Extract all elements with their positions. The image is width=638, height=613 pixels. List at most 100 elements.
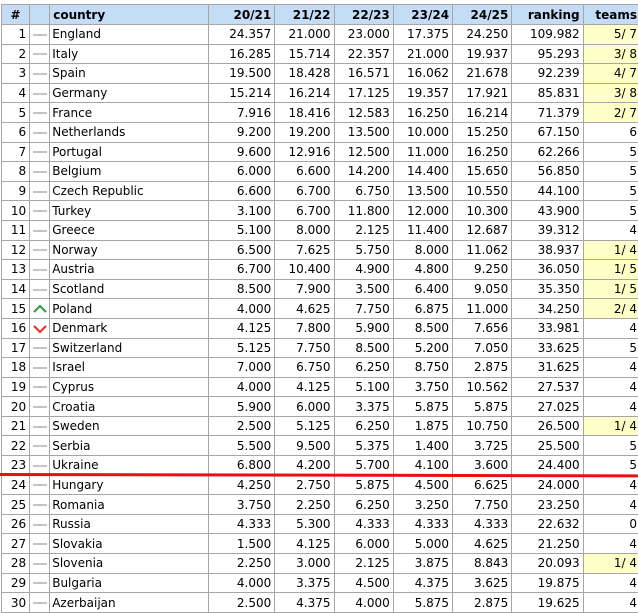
table-row[interactable]: 26Russia4.3335.3004.3334.3334.33322.6320 (2, 514, 638, 534)
table-row[interactable]: 27Slovakia1.5004.1256.0005.0004.62521.25… (2, 534, 638, 554)
table-row[interactable]: 22Serbia5.5009.5005.3751.4003.72525.5005 (2, 436, 638, 456)
table-row[interactable]: 9Czech Republic6.6006.7006.75013.50010.5… (2, 181, 638, 201)
trend-unchanged-icon (33, 73, 47, 75)
country-cell[interactable]: Cyprus (50, 377, 209, 397)
country-cell[interactable]: Scotland (50, 279, 209, 299)
table-row[interactable]: 12Norway6.5007.6255.7508.00011.06238.937… (2, 240, 638, 260)
trend-unchanged-icon (33, 53, 47, 55)
season-2223-cell: 4.900 (334, 260, 393, 280)
country-cell[interactable]: Slovenia (50, 554, 209, 574)
season-2324-cell: 4.500 (393, 475, 452, 495)
country-cell[interactable]: Bulgaria (50, 573, 209, 593)
column-header-2122[interactable]: 21/22 (275, 5, 334, 25)
table-row[interactable]: 7Portugal9.60012.91612.50011.00016.25062… (2, 142, 638, 162)
country-cell[interactable]: Czech Republic (50, 181, 209, 201)
season-2122-cell: 6.750 (275, 358, 334, 378)
table-row[interactable]: 18Israel7.0006.7506.2508.7502.87531.6254 (2, 358, 638, 378)
table-row[interactable]: 10Turkey3.1006.70011.80012.00010.30043.9… (2, 201, 638, 221)
country-cell[interactable]: Turkey (50, 201, 209, 221)
column-header-teams[interactable]: teams (583, 5, 638, 25)
table-row[interactable]: 29Bulgaria4.0003.3754.5004.3753.62519.87… (2, 573, 638, 593)
country-cell[interactable]: Slovakia (50, 534, 209, 554)
column-header-ranking[interactable]: ranking (512, 5, 583, 25)
teams-cell: 3/ 8 (583, 83, 638, 103)
season-2223-cell: 6.750 (334, 181, 393, 201)
season-2223-cell: 12.500 (334, 142, 393, 162)
table-row[interactable]: 24Hungary4.2502.7505.8754.5006.62524.000… (2, 475, 638, 495)
table-row[interactable]: 17Switzerland5.1257.7508.5005.2007.05033… (2, 338, 638, 358)
teams-cell: 4 (583, 475, 638, 495)
country-cell[interactable]: France (50, 103, 209, 123)
trend-unchanged-icon (33, 171, 47, 173)
column-header-2021[interactable]: 20/21 (208, 5, 274, 25)
country-cell[interactable]: Austria (50, 260, 209, 280)
country-cell[interactable]: Belgium (50, 162, 209, 182)
table-row[interactable]: 4Germany15.21416.21417.12519.35717.92185… (2, 83, 638, 103)
season-2425-cell: 11.000 (453, 299, 512, 319)
trend-up-icon (33, 304, 47, 314)
table-row[interactable]: 5France7.91618.41612.58316.25016.21471.3… (2, 103, 638, 123)
country-cell[interactable]: Netherlands (50, 122, 209, 142)
country-cell[interactable]: England (50, 25, 209, 45)
country-cell[interactable]: Croatia (50, 397, 209, 417)
teams-cell: 4/ 7 (583, 64, 638, 84)
position-cell: 16 (2, 318, 30, 338)
season-2324-cell: 16.062 (393, 64, 452, 84)
country-cell[interactable]: Azerbaijan (50, 593, 209, 613)
trend-cell (30, 593, 50, 613)
table-row[interactable]: 11Greece5.1008.0002.12511.40012.68739.31… (2, 220, 638, 240)
table-row[interactable]: 8Belgium6.0006.60014.20014.40015.65056.8… (2, 162, 638, 182)
season-2021-cell: 9.600 (208, 142, 274, 162)
country-cell[interactable]: Poland (50, 299, 209, 319)
table-row[interactable]: 3Spain19.50018.42816.57116.06221.67892.2… (2, 64, 638, 84)
season-2021-cell: 24.357 (208, 25, 274, 45)
table-row[interactable]: 21Sweden2.5005.1256.2501.87510.75026.500… (2, 416, 638, 436)
column-header-2425[interactable]: 24/25 (453, 5, 512, 25)
table-row[interactable]: 28Slovenia2.2503.0002.1253.8758.84320.09… (2, 554, 638, 574)
table-row[interactable]: 13Austria6.70010.4004.9004.8009.25036.05… (2, 260, 638, 280)
season-2122-cell: 5.300 (275, 514, 334, 534)
table-row[interactable]: 16Denmark4.1257.8005.9008.5007.65633.981… (2, 318, 638, 338)
position-cell: 26 (2, 514, 30, 534)
country-cell[interactable]: Spain (50, 64, 209, 84)
teams-cell: 4 (583, 358, 638, 378)
table-row[interactable]: 6Netherlands9.20019.20013.50010.00015.25… (2, 122, 638, 142)
ranking-cell: 22.632 (512, 514, 583, 534)
trend-cell (30, 534, 50, 554)
column-header-2223[interactable]: 22/23 (334, 5, 393, 25)
country-cell[interactable]: Israel (50, 358, 209, 378)
table-row[interactable]: 15Poland4.0004.6257.7506.87511.00034.250… (2, 299, 638, 319)
table-row[interactable]: 14Scotland8.5007.9003.5006.4009.05035.35… (2, 279, 638, 299)
column-header-2324[interactable]: 23/24 (393, 5, 452, 25)
column-header-country[interactable]: country (50, 5, 209, 25)
season-2425-cell: 21.678 (453, 64, 512, 84)
season-2122-cell: 7.900 (275, 279, 334, 299)
season-2324-cell: 17.375 (393, 25, 452, 45)
country-cell[interactable]: Italy (50, 44, 209, 64)
country-cell[interactable]: Portugal (50, 142, 209, 162)
table-row[interactable]: 20Croatia5.9006.0003.3755.8755.87527.025… (2, 397, 638, 417)
country-cell[interactable]: Norway (50, 240, 209, 260)
trend-unchanged-icon (33, 191, 47, 193)
table-row[interactable]: 19Cyprus4.0004.1255.1003.75010.56227.537… (2, 377, 638, 397)
ranking-cell: 21.250 (512, 534, 583, 554)
country-cell[interactable]: Romania (50, 495, 209, 515)
country-cell[interactable]: Russia (50, 514, 209, 534)
season-2122-cell: 6.600 (275, 162, 334, 182)
country-cell[interactable]: Switzerland (50, 338, 209, 358)
table-row[interactable]: 30Azerbaijan2.5004.3754.0005.8752.87519.… (2, 593, 638, 613)
teams-cell: 4 (583, 593, 638, 613)
season-2223-cell: 4.000 (334, 593, 393, 613)
table-row[interactable]: 1England24.35721.00023.00017.37524.25010… (2, 25, 638, 45)
country-cell[interactable]: Serbia (50, 436, 209, 456)
country-cell[interactable]: Greece (50, 220, 209, 240)
teams-cell: 5 (583, 181, 638, 201)
country-cell[interactable]: Germany (50, 83, 209, 103)
table-row[interactable]: 25Romania3.7502.2506.2503.2507.75023.250… (2, 495, 638, 515)
column-header-rank[interactable]: # (2, 5, 30, 25)
country-cell[interactable]: Sweden (50, 416, 209, 436)
season-2425-cell: 7.656 (453, 318, 512, 338)
country-cell[interactable]: Denmark (50, 318, 209, 338)
table-row[interactable]: 2Italy16.28515.71422.35721.00019.93795.2… (2, 44, 638, 64)
country-cell[interactable]: Hungary (50, 475, 209, 495)
